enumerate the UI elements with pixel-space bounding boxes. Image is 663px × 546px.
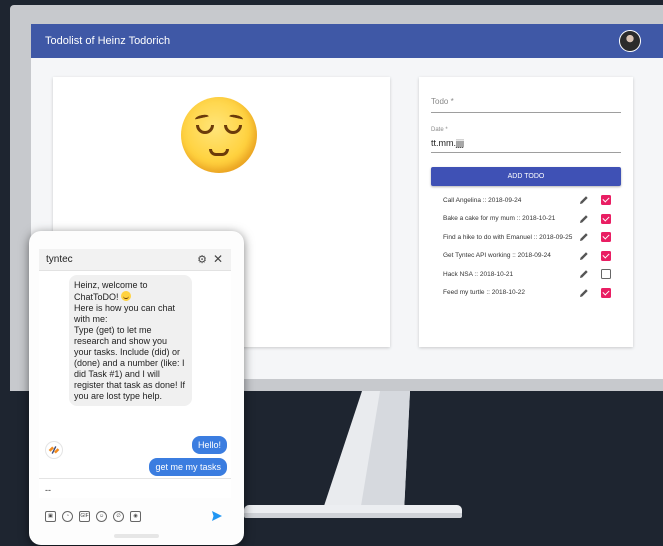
date-input[interactable]: Date * tt.mm.jjjj: [431, 127, 621, 153]
bot-message: Heinz, welcome to ChatToDO! Here is how …: [69, 275, 192, 406]
chat-toolbar: ▣ ◔ GIF ☺ ∅ ◉: [45, 511, 141, 522]
chat-title: tyntec: [46, 254, 73, 265]
todo-list: Call Angelina :: 2018-09-24 Bake a cake …: [431, 191, 621, 302]
tyntec-logo-icon: [45, 441, 63, 459]
chat-message-input[interactable]: --: [39, 478, 231, 498]
bot-message-line1: Heinz, welcome to ChatToDO!: [74, 280, 148, 302]
todo-item: Call Angelina :: 2018-09-24: [431, 191, 621, 210]
todo-item-text: Feed my turtle :: 2018-10-22: [443, 289, 526, 297]
app-title: Todolist of Heinz Todorich: [45, 35, 171, 47]
emoji-eye-left: [196, 125, 214, 134]
pencil-icon[interactable]: [579, 288, 589, 298]
relieved-face-emoji: [181, 97, 257, 173]
pencil-icon[interactable]: [579, 232, 589, 242]
todo-item: Find a hike to do with Emanuel :: 2018-0…: [431, 228, 621, 247]
todo-item-text: Get Tyntec API working :: 2018-09-24: [443, 252, 551, 260]
emoji-brow-right: [228, 113, 244, 123]
todo-item-text: Bake a cake for my mum :: 2018-10-21: [443, 215, 556, 223]
todo-done-checkbox[interactable]: [601, 195, 611, 205]
sticker-icon[interactable]: ◔: [62, 511, 73, 522]
user-message: Hello!: [191, 436, 227, 454]
image-icon[interactable]: ▣: [45, 511, 56, 522]
camera-icon[interactable]: ◉: [130, 511, 141, 522]
todo-done-checkbox[interactable]: [601, 213, 611, 224]
todo-done-checkbox[interactable]: [601, 250, 611, 261]
send-icon[interactable]: [211, 510, 223, 522]
todo-item-text: Hack NSA :: 2018-10-21: [443, 270, 514, 278]
user-message: get me my tasks: [149, 458, 227, 476]
todo-done-checkbox[interactable]: [601, 269, 611, 279]
emoji-brow-left: [194, 113, 210, 123]
bot-message-line2: Here is how you can chat with me:: [74, 303, 176, 324]
user-avatar[interactable]: [619, 30, 641, 52]
chat-tablet: tyntec ⚙ ✕ Heinz, welcome to ChatToDO! H…: [29, 231, 244, 545]
todo-done-checkbox[interactable]: [601, 287, 611, 298]
todo-item: Get Tyntec API working :: 2018-09-24: [431, 247, 621, 266]
date-field-label: Date *: [431, 127, 448, 133]
todo-item: Feed my turtle :: 2018-10-22: [431, 284, 621, 303]
pencil-icon[interactable]: [579, 195, 589, 205]
emoji-icon[interactable]: ☺: [96, 511, 107, 522]
app-bar: Todolist of Heinz Todorich: [31, 24, 663, 58]
todo-item-text: Call Angelina :: 2018-09-24: [443, 196, 522, 204]
todo-item-text: Find a hike to do with Emanuel :: 2018-0…: [443, 233, 573, 241]
attachment-icon[interactable]: ∅: [113, 511, 124, 522]
smile-emoji-icon: [121, 291, 132, 301]
emoji-mouth: [209, 149, 229, 156]
pencil-icon[interactable]: [579, 251, 589, 261]
todo-item: Bake a cake for my mum :: 2018-10-21: [431, 210, 621, 229]
chat-messages: Heinz, welcome to ChatToDO! Here is how …: [39, 271, 231, 478]
todo-done-checkbox[interactable]: [601, 232, 611, 242]
pencil-icon[interactable]: [579, 214, 589, 224]
date-field-value: tt.mm.jjjj: [431, 138, 464, 148]
bot-message-line3: Type (get) to let me research and show y…: [74, 325, 186, 401]
todo-item: Hack NSA :: 2018-10-21: [431, 265, 621, 284]
tablet-home-indicator: [114, 534, 159, 538]
add-todo-button[interactable]: ADD TODO: [431, 167, 621, 186]
close-icon[interactable]: ✕: [213, 252, 223, 266]
todo-field-label: Todo *: [431, 97, 454, 106]
chat-header: tyntec ⚙ ✕: [39, 249, 231, 271]
todo-input[interactable]: Todo *: [431, 97, 621, 113]
emoji-eye-right: [224, 125, 242, 134]
gear-icon[interactable]: ⚙: [197, 253, 207, 266]
gif-icon[interactable]: GIF: [79, 511, 90, 522]
todo-card: Todo * Date * tt.mm.jjjj ADD TODO Call A…: [419, 77, 633, 347]
pencil-icon[interactable]: [579, 269, 589, 279]
